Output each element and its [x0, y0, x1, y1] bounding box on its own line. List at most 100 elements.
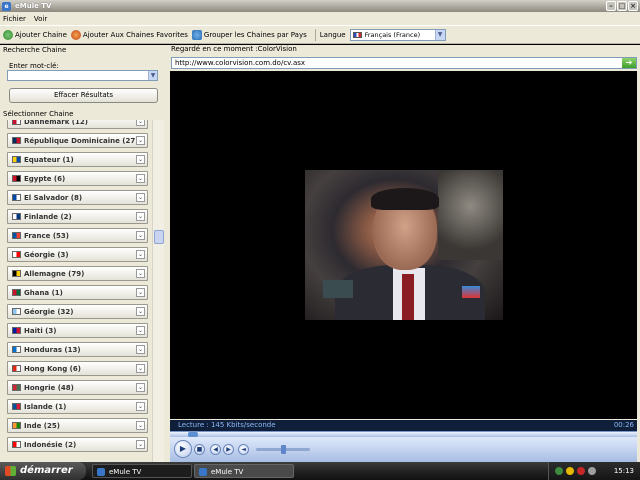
- channel-row-label: Honduras (13): [24, 345, 81, 354]
- url-field[interactable]: http://www.colorvision.com.do/cv.asx ➔: [171, 57, 637, 69]
- expand-chevron-icon[interactable]: ⌄: [136, 440, 145, 449]
- channel-row[interactable]: France (53) ⌄: [7, 228, 148, 243]
- channel-row[interactable]: Allemagne (79) ⌄: [7, 266, 148, 281]
- antivirus-tray-icon[interactable]: [577, 467, 585, 475]
- close-button[interactable]: ×: [628, 1, 638, 11]
- expand-chevron-icon[interactable]: ⌄: [136, 269, 145, 278]
- chevron-down-icon[interactable]: ▼: [434, 29, 445, 40]
- channel-list-scrollbar[interactable]: [152, 120, 164, 462]
- expand-chevron-icon[interactable]: ⌄: [136, 231, 145, 240]
- channel-row[interactable]: Egypte (6) ⌄: [7, 171, 148, 186]
- expand-chevron-icon[interactable]: ⌄: [136, 212, 145, 221]
- search-header: Recherche Chaine: [3, 46, 67, 54]
- expand-chevron-icon[interactable]: ⌄: [136, 120, 145, 126]
- expand-chevron-icon[interactable]: ⌄: [136, 250, 145, 259]
- emule-tv-app-icon[interactable]: e: [2, 1, 11, 11]
- player-controls: ▶ ■ ◀ ▶ ◄: [170, 437, 637, 462]
- go-arrow-icon[interactable]: ➔: [622, 58, 636, 68]
- scrollbar-thumb[interactable]: [154, 230, 164, 244]
- taskbar-item-emule-tv-2[interactable]: eMule TV: [194, 464, 294, 478]
- elapsed-time: 00:26: [613, 421, 634, 429]
- channel-row[interactable]: Hongrie (48) ⌄: [7, 380, 148, 395]
- country-flag-icon: [12, 194, 21, 201]
- channel-row[interactable]: Dannemark (12) ⌄: [7, 120, 148, 129]
- chevron-down-icon[interactable]: ▼: [148, 71, 157, 80]
- system-tray: 15:13: [548, 462, 640, 480]
- country-flag-icon: [12, 422, 21, 429]
- stop-button[interactable]: ■: [194, 444, 205, 455]
- channel-row[interactable]: Honduras (13) ⌄: [7, 342, 148, 357]
- task-label: eMule TV: [211, 468, 244, 476]
- channel-row[interactable]: Inde (25) ⌄: [7, 418, 148, 433]
- emule-tv-task-icon: [199, 468, 207, 476]
- channel-row[interactable]: Equateur (1) ⌄: [7, 152, 148, 167]
- player-status-bar: Lecture : 145 Kbits/seconde 00:26: [170, 420, 637, 431]
- channel-row[interactable]: El Salvador (8) ⌄: [7, 190, 148, 205]
- group-by-country-button[interactable]: Grouper les Chaines par Pays: [191, 29, 307, 40]
- channel-row[interactable]: Ghana (1) ⌄: [7, 285, 148, 300]
- add-favorites-button[interactable]: Ajouter Aux Chaines Favorites: [70, 29, 188, 40]
- expand-chevron-icon[interactable]: ⌄: [136, 193, 145, 202]
- taskbar-item-emule-tv[interactable]: eMule TV: [92, 464, 192, 478]
- channel-row-label: Islande (1): [24, 402, 67, 411]
- search-panel: Recherche Chaine Enter mot-clé: ▼ Efface…: [0, 45, 167, 462]
- language-dropdown[interactable]: Français (France) ▼: [349, 28, 446, 41]
- channel-row-label: Egypte (6): [24, 174, 66, 183]
- language-label: Langue: [319, 30, 346, 39]
- expand-chevron-icon[interactable]: ⌄: [136, 383, 145, 392]
- maximize-button[interactable]: □: [617, 1, 627, 11]
- play-pause-button[interactable]: ▶: [174, 440, 192, 458]
- channel-row[interactable]: République Dominicaine (27) ⌄: [7, 133, 148, 148]
- video-caption-overlay: [323, 280, 353, 298]
- expand-chevron-icon[interactable]: ⌄: [136, 307, 145, 316]
- country-flag-icon: [12, 308, 21, 315]
- volume-tray-icon[interactable]: [588, 467, 596, 475]
- menu-file[interactable]: Fichier: [3, 15, 26, 23]
- keyword-input[interactable]: ▼: [7, 70, 158, 81]
- channel-row[interactable]: Hong Kong (6) ⌄: [7, 361, 148, 376]
- country-flag-icon: [12, 232, 21, 239]
- language-value: Français (France): [364, 30, 421, 39]
- expand-chevron-icon[interactable]: ⌄: [136, 326, 145, 335]
- minimize-button[interactable]: –: [606, 1, 616, 11]
- expand-chevron-icon[interactable]: ⌄: [136, 345, 145, 354]
- next-button[interactable]: ▶: [223, 444, 234, 455]
- start-button[interactable]: démarrer: [0, 462, 86, 480]
- expand-chevron-icon[interactable]: ⌄: [136, 288, 145, 297]
- window-controls: – □ ×: [606, 1, 638, 11]
- expand-chevron-icon[interactable]: ⌄: [136, 136, 145, 145]
- network-tray-icon[interactable]: [555, 467, 563, 475]
- channel-row-label: Inde (25): [24, 421, 60, 430]
- video-background: [438, 170, 503, 260]
- channel-row[interactable]: Islande (1) ⌄: [7, 399, 148, 414]
- country-flag-icon: [12, 251, 21, 258]
- volume-knob[interactable]: [281, 445, 286, 454]
- playback-status: Lecture : 145 Kbits/seconde: [178, 421, 276, 429]
- add-channel-button[interactable]: Ajouter Chaine: [3, 29, 67, 40]
- channel-row[interactable]: Géorgie (3) ⌄: [7, 247, 148, 262]
- video-area[interactable]: [170, 71, 637, 419]
- channel-row[interactable]: Indonésie (2) ⌄: [7, 437, 148, 452]
- menu-view[interactable]: Voir: [34, 15, 47, 23]
- expand-chevron-icon[interactable]: ⌄: [136, 402, 145, 411]
- expand-chevron-icon[interactable]: ⌄: [136, 155, 145, 164]
- channel-row[interactable]: Finlande (2) ⌄: [7, 209, 148, 224]
- country-flag-icon: [12, 120, 21, 125]
- channel-row[interactable]: Géorgie (32) ⌄: [7, 304, 148, 319]
- window-title: eMule TV: [15, 2, 52, 10]
- mute-button[interactable]: ◄: [238, 444, 249, 455]
- player-panel: Regardé en ce moment :ColorVision http:/…: [167, 45, 640, 462]
- video-person-hair: [371, 188, 439, 210]
- security-shield-icon[interactable]: [566, 467, 574, 475]
- expand-chevron-icon[interactable]: ⌄: [136, 174, 145, 183]
- select-channel-header: Sélectionner Chaine: [3, 110, 74, 118]
- channel-row[interactable]: Haiti (3) ⌄: [7, 323, 148, 338]
- previous-button[interactable]: ◀: [210, 444, 221, 455]
- volume-slider[interactable]: [256, 445, 310, 454]
- start-label: démarrer: [20, 465, 73, 476]
- expand-chevron-icon[interactable]: ⌄: [136, 364, 145, 373]
- country-flag-icon: [12, 365, 21, 372]
- clear-results-button[interactable]: Effacer Résultats: [9, 88, 158, 103]
- expand-chevron-icon[interactable]: ⌄: [136, 421, 145, 430]
- clock: 15:13: [613, 467, 634, 475]
